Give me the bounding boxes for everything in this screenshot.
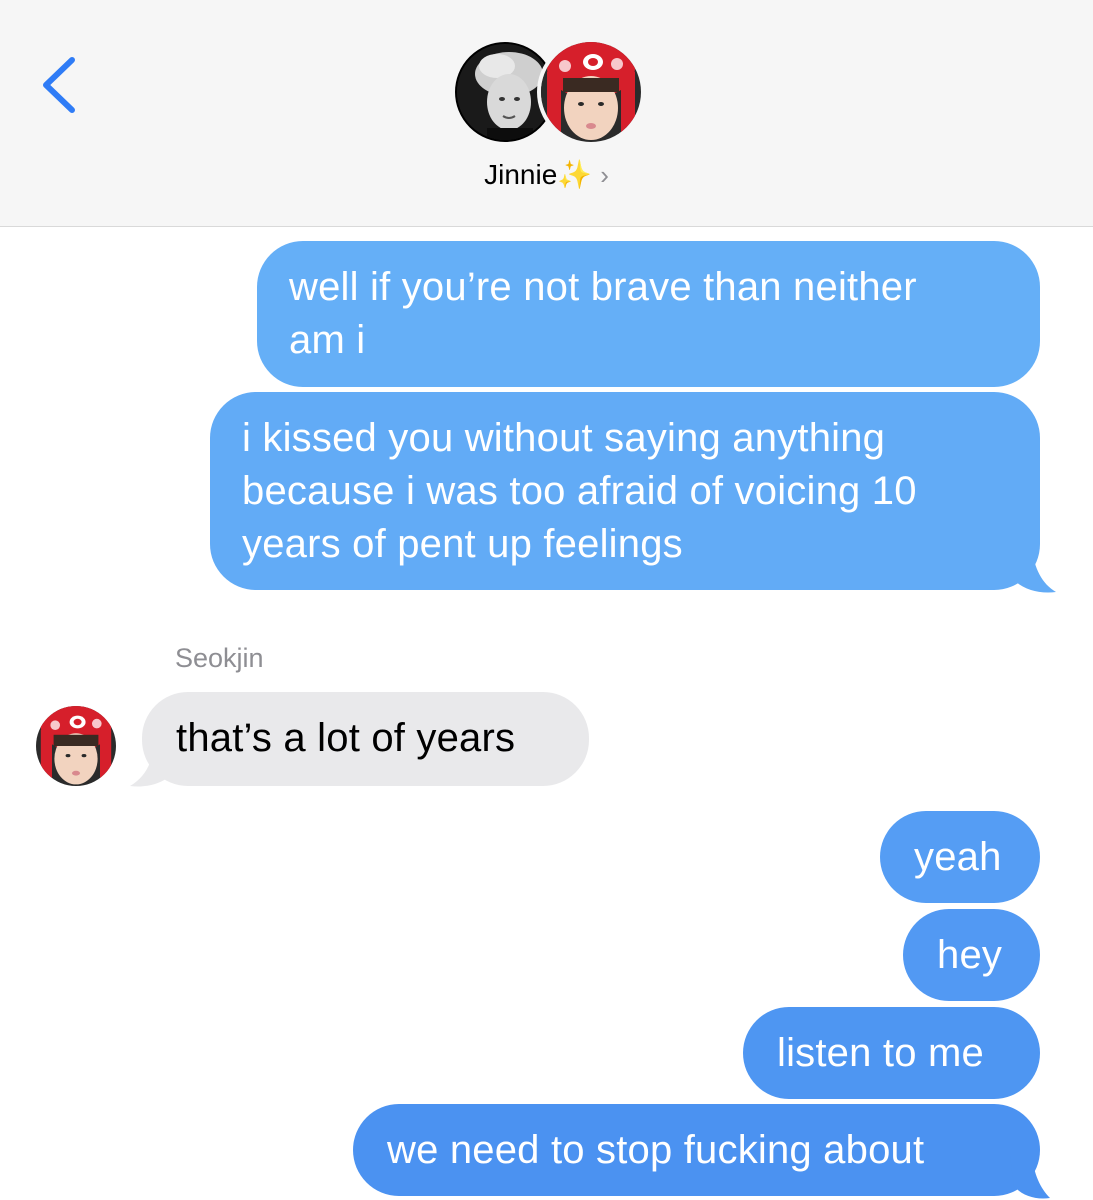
chevron-right-icon: › bbox=[600, 160, 609, 190]
sender-avatar[interactable] bbox=[36, 706, 116, 786]
sender-name: Seokjin bbox=[175, 643, 264, 673]
messages-screen: Jinnie✨ › well if you’re not brave than n… bbox=[0, 0, 1093, 1200]
message-text: that’s a lot of years bbox=[176, 716, 516, 760]
message-text: because i was too afraid of voicing 10 bbox=[242, 469, 917, 513]
back-button[interactable] bbox=[36, 50, 86, 120]
group-avatars[interactable] bbox=[455, 38, 645, 148]
message-text: we need to stop fucking about bbox=[387, 1128, 925, 1172]
avatar-red-hat-photo bbox=[537, 38, 645, 146]
message-bubble-outgoing[interactable]: well if you’re not brave than neither am… bbox=[257, 241, 1040, 387]
message-bubble-outgoing[interactable]: listen to me bbox=[743, 1007, 1040, 1099]
conversation-header: Jinnie✨ › bbox=[0, 0, 1093, 227]
message-text: years of pent up feelings bbox=[242, 522, 683, 566]
bubble-tail bbox=[1010, 1156, 1050, 1199]
contact-name: Jinnie bbox=[484, 159, 558, 190]
message-text: i kissed you without saying anything bbox=[242, 416, 886, 460]
bubble-tail bbox=[1010, 548, 1056, 593]
message-bubble-outgoing[interactable]: i kissed you without saying anything bec… bbox=[210, 392, 1040, 590]
message-text: listen to me bbox=[777, 1031, 984, 1075]
message-text: yeah bbox=[914, 835, 1002, 879]
contact-name-button[interactable]: Jinnie✨ › bbox=[0, 158, 1093, 191]
message-bubble-incoming[interactable]: that’s a lot of years bbox=[142, 692, 589, 786]
chevron-left-icon bbox=[43, 57, 75, 113]
message-text: well if you’re not brave than neither bbox=[289, 265, 917, 309]
message-bubble-outgoing[interactable]: yeah bbox=[880, 811, 1040, 903]
message-text: am i bbox=[289, 318, 366, 362]
message-text: hey bbox=[937, 933, 1003, 977]
message-bubble-outgoing[interactable]: hey bbox=[903, 909, 1040, 1001]
sparkles-icon: ✨ bbox=[557, 159, 593, 190]
message-bubble-outgoing[interactable]: we need to stop fucking about bbox=[353, 1104, 1040, 1196]
